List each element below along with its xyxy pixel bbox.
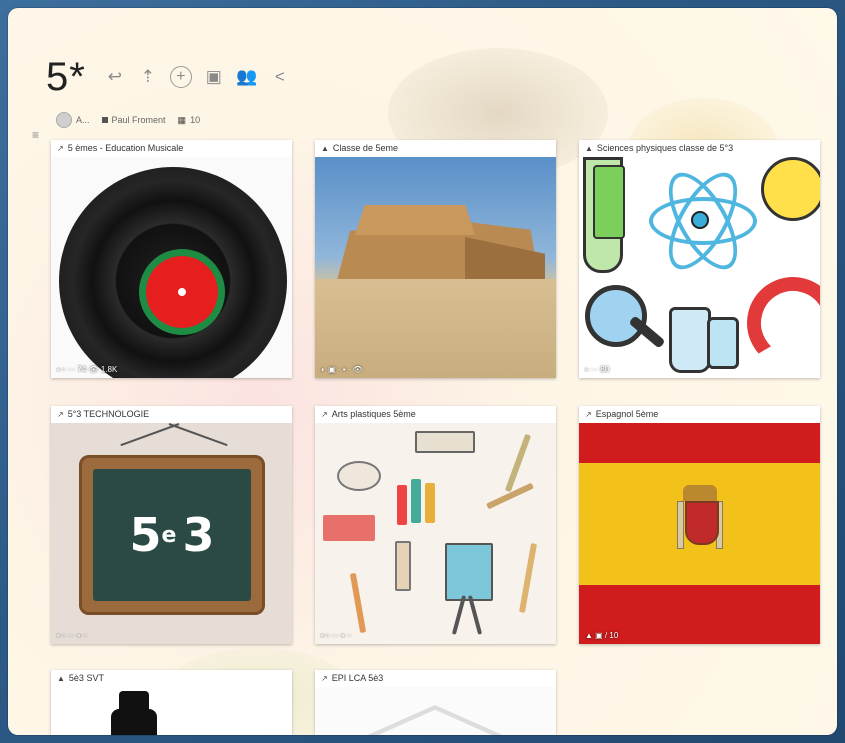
card-header: ↗ Arts plastiques 5ème xyxy=(315,406,556,422)
share-icon: ↗ xyxy=(57,409,64,419)
card-header: ↗ 5°3 TECHNOLOGIE xyxy=(51,406,292,422)
back-arrow-icon[interactable]: ↩ xyxy=(104,66,126,88)
spain-flag-image xyxy=(579,423,820,463)
card-header: ↗ EPI LCA 5è3 xyxy=(315,670,556,686)
card-stats: ▪ ▫ ··· ▪ ·· xyxy=(321,631,352,640)
board-frame: 5* ↩ ⇡ + ▣ 👥 < A... Paul Froment ▦ 10 ≡ … xyxy=(8,8,837,735)
card-stats: ▪ ▫ ··· 74 👁 1.8K xyxy=(57,365,118,374)
card-title[interactable]: 5è3 SVT xyxy=(69,673,104,683)
board-meta: A... Paul Froment ▦ 10 xyxy=(56,112,200,128)
card-thumbnail: 5e3 ▪ ▫ ··· ▪ ·· xyxy=(51,423,292,644)
people-icon[interactable]: 👥 xyxy=(236,66,258,88)
author-name[interactable]: Paul Froment xyxy=(112,115,166,125)
card-thumbnail: ▪ ▫ ··· 74 👁 1.8K xyxy=(51,157,292,378)
card-thumbnail: ▲ ▣ / 10 xyxy=(579,423,820,644)
card-classe-5eme[interactable]: ▲ Classe de 5eme ◐ ▣ · ▪ · 👁 xyxy=(315,140,556,378)
card-education-musicale[interactable]: ↗ 5 èmes - Education Musicale ▪ ▫ ··· 74… xyxy=(51,140,292,378)
share-icon[interactable]: < xyxy=(269,66,291,88)
share-icon: ↗ xyxy=(585,409,592,419)
share-icon: ↗ xyxy=(57,143,64,153)
card-title[interactable]: Classe de 5eme xyxy=(333,143,398,153)
avatar[interactable] xyxy=(56,112,72,128)
share-icon: ↗ xyxy=(321,673,328,683)
card-title[interactable]: Sciences physiques classe de 5°3 xyxy=(597,143,733,153)
author-icon xyxy=(101,117,108,123)
card-technologie[interactable]: ↗ 5°3 TECHNOLOGIE 5e3 ▪ ▫ ··· ▪ ·· xyxy=(51,406,292,644)
temple-image xyxy=(315,687,556,735)
chalkboard-text: 5e3 xyxy=(129,508,215,562)
coat-of-arms-icon xyxy=(677,485,723,555)
grid-icon: ▦ xyxy=(177,114,187,125)
lock-icon: ▲ xyxy=(321,143,329,153)
card-svt[interactable]: ▲ 5è3 SVT xyxy=(51,670,292,735)
card-title[interactable]: Arts plastiques 5ème xyxy=(332,409,416,419)
card-thumbnail: ▪ ··· 80 xyxy=(579,157,820,378)
card-sciences-physiques[interactable]: ▲ Sciences physiques classe de 5°3 ▪ ···… xyxy=(579,140,820,378)
card-thumbnail: ◐ ▣ · ▪ · 👁 xyxy=(315,157,556,378)
add-icon[interactable]: + xyxy=(169,66,192,88)
card-arts-plastiques[interactable]: ↗ Arts plastiques 5ème ▪ ▫ ··· ▪ ·· xyxy=(315,406,556,644)
card-title[interactable]: Espagnol 5ème xyxy=(596,409,659,419)
drag-handle-icon[interactable]: ≡ xyxy=(32,128,39,142)
card-title[interactable]: EPI LCA 5è3 xyxy=(332,673,384,683)
share-icon: ↗ xyxy=(321,409,328,419)
card-thumbnail xyxy=(51,687,292,735)
microscope-image xyxy=(51,687,292,735)
lock-icon: ▲ xyxy=(585,143,593,153)
card-title[interactable]: 5 èmes - Education Musicale xyxy=(68,143,184,153)
card-stats: ▲ ▣ / 10 xyxy=(585,631,619,640)
card-espagnol[interactable]: ↗ Espagnol 5ème ▲ ▣ / 10 xyxy=(579,406,820,644)
card-thumbnail xyxy=(315,687,556,735)
owner-name[interactable]: A... xyxy=(76,115,90,125)
card-header: ▲ Sciences physiques classe de 5°3 xyxy=(579,140,820,156)
card-header: ↗ Espagnol 5ème xyxy=(579,406,820,422)
card-stats: ▪ ··· 80 xyxy=(585,365,610,374)
upload-icon[interactable]: ⇡ xyxy=(137,66,159,88)
item-count: 10 xyxy=(190,115,201,125)
card-header: ▲ Classe de 5eme xyxy=(315,140,556,156)
card-epi-lca[interactable]: ↗ EPI LCA 5è3 xyxy=(315,670,556,735)
card-stats: ▪ ▫ ··· ▪ ·· xyxy=(57,631,88,640)
card-header: ↗ 5 èmes - Education Musicale xyxy=(51,140,292,156)
card-title[interactable]: 5°3 TECHNOLOGIE xyxy=(68,409,149,419)
lock-icon: ▲ xyxy=(57,673,65,683)
card-stats: ◐ ▣ · ▪ · 👁 xyxy=(321,365,363,374)
board-title: 5* xyxy=(46,54,86,99)
card-thumbnail: ▪ ▫ ··· ▪ ·· xyxy=(315,423,556,644)
card-header: ▲ 5è3 SVT xyxy=(51,670,292,686)
collect-icon[interactable]: ▣ xyxy=(203,66,225,88)
title-row: 5* ↩ ⇡ + ▣ 👥 < xyxy=(46,52,302,102)
